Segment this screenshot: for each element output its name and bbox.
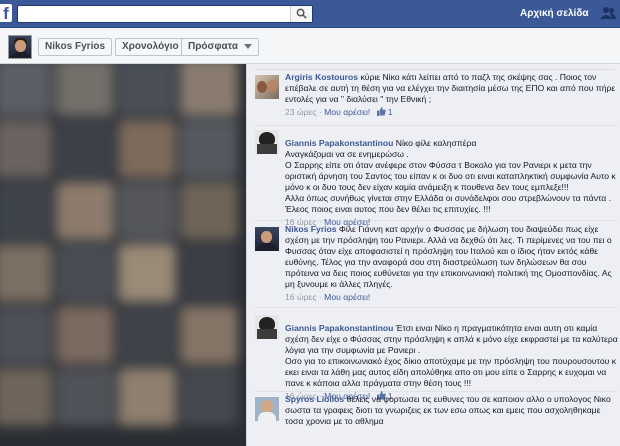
friend-requests-icon[interactable] [600, 6, 616, 20]
like-button[interactable]: Μου αρέσει! [324, 292, 370, 302]
chevron-down-icon [244, 43, 252, 49]
comment-time[interactable]: 23 ώρες [285, 107, 317, 117]
commenter-avatar[interactable] [255, 75, 279, 99]
recent-label: Πρόσφατα [188, 41, 238, 52]
profile-name-label: Nikos Fyrios [45, 41, 106, 52]
comment-item: Giannis Papakonstantinou Έτσι ειναι Νίκο… [255, 312, 618, 401]
comment-author[interactable]: Giannis Papakonstantinou [285, 138, 393, 148]
timeline-label: Χρονολόγιο [122, 41, 179, 52]
comment-meta: 16 ώρες · Μου αρέσει! [285, 292, 371, 302]
search-icon [296, 8, 307, 19]
commenter-avatar[interactable] [255, 315, 279, 339]
search-button[interactable] [290, 6, 312, 22]
home-link[interactable]: Αρχική σελίδα [520, 8, 589, 19]
like-count[interactable]: 1 [388, 107, 393, 117]
commenter-avatar[interactable] [255, 227, 279, 251]
facebook-logo[interactable]: f [0, 4, 12, 23]
divider [255, 64, 615, 70]
comment-item: Argiris Kostouros κύριε Νίκο κάτι λείπει… [255, 72, 617, 126]
comment-item: Nikos Fyrios Φίλε Γιάννη κατ αρχήν ο Φυσ… [255, 224, 617, 308]
comment-item: Spyros Liolios θελεις να φορτωσει τις ευ… [255, 394, 617, 446]
comment-meta: 23 ώρες · Μου αρέσει! 1 [285, 107, 393, 117]
blurred-timeline-photos [0, 64, 246, 446]
comment-author[interactable]: Nikos Fyrios [285, 224, 337, 234]
commenter-avatar[interactable] [255, 130, 279, 154]
comment-item: Giannis Papakonstantinou Νίκο φίλε καλησ… [255, 127, 617, 227]
comment-time[interactable]: 16 ώρες [285, 292, 317, 302]
profile-header: Nikos Fyrios Χρονολόγιο Πρόσφατα [0, 28, 620, 64]
like-button[interactable]: Μου αρέσει! [324, 107, 370, 117]
top-navigation-bar: f Αρχική σελίδα [0, 0, 620, 28]
comment-author[interactable]: Spyros Liolios [285, 394, 344, 404]
thumbs-up-icon [376, 107, 386, 116]
comment-text: Νίκο φίλε καλησπέρα Αναγκάζομαι να σε εν… [285, 138, 616, 214]
recent-dropdown[interactable]: Πρόσφατα [181, 38, 259, 56]
commenter-avatar[interactable] [255, 397, 279, 421]
comment-author[interactable]: Giannis Papakonstantinou [285, 323, 393, 333]
comments-panel: Argiris Kostouros κύριε Νίκο κάτι λείπει… [246, 64, 620, 446]
search-input[interactable] [17, 5, 313, 23]
profile-name-button[interactable]: Nikos Fyrios [38, 38, 112, 56]
comment-author[interactable]: Argiris Kostouros [285, 72, 358, 82]
profile-avatar[interactable] [8, 35, 32, 59]
